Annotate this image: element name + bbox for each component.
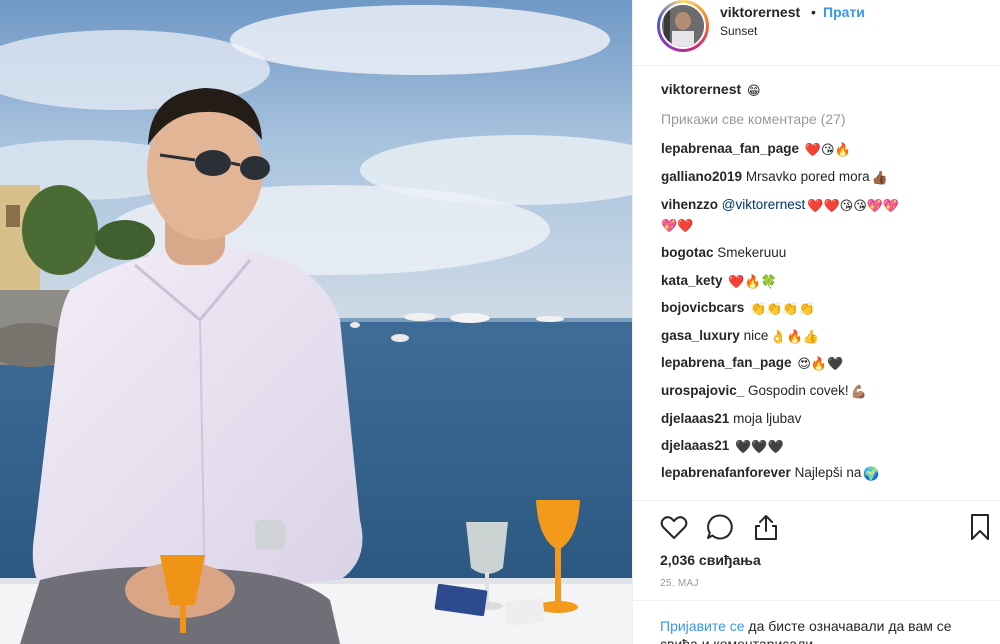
comment-mention[interactable]: @viktorernest [722,197,805,212]
comment-username[interactable]: lepabrenafanforever [661,465,791,480]
comment-username[interactable]: kata_kety [661,273,723,288]
likes-count[interactable]: 2,036 свиђања [660,552,761,568]
comment-emoji: 👌🔥👍 [770,330,819,345]
comment-item: kata_kety ❤️🔥🍀 [661,272,991,291]
post-actions: 2,036 свиђања 25. МАЈ [633,500,1000,610]
post-header: viktorernest • Прати Sunset [633,0,1000,66]
comment-item: lepabrena_fan_page 😍🔥🖤 [661,354,991,373]
comment-emoji: ❤️❤️😘😘💖💖 [807,199,900,214]
comment-username[interactable]: lepabrena_fan_page [661,355,792,370]
comment-emoji: 💖❤️ [661,219,694,234]
share-icon[interactable] [751,512,781,542]
comment-emoji: 🖤🖤🖤 [735,440,784,455]
comment-text: Najlepši na [794,465,862,480]
comment-emoji: ❤️😘🔥 [804,143,851,158]
follow-button[interactable]: Прати [823,4,865,20]
header-separator-dot: • [811,4,816,20]
comment-item: bogotac Smekeruuu [661,244,991,262]
caption-username[interactable]: viktorernest [661,81,741,97]
comment-item: djelaaas21 moja ljubav [661,410,991,428]
comment-item: djelaaas21 🖤🖤🖤 [661,437,991,456]
comment-username[interactable]: gasa_luxury [661,328,740,343]
comment-text: nice [743,328,769,343]
comment-username[interactable]: vihenzzo [661,197,718,212]
heart-icon[interactable] [659,512,689,542]
comment-item: vihenzzo @viktorernest ❤️❤️😘😘💖💖 [661,196,991,215]
comment-text: moja ljubav [733,411,802,426]
post-date[interactable]: 25. МАЈ [660,578,699,589]
comment-item: lepabrenaa_fan_page ❤️😘🔥 [661,140,991,159]
comment-item-continuation: 💖❤️ [661,216,991,235]
post-caption: viktorernest 😁 [661,81,761,100]
login-prompt-text: Пријавите се да бисте означавали да вам … [660,617,960,644]
caption-emoji: 😁 [747,84,761,99]
comment-item: gasa_luxury nice 👌🔥👍 [661,327,991,346]
avatar-story-ring[interactable] [657,0,709,52]
comment-text: Gospodin covek! [748,383,849,398]
comment-username[interactable]: djelaaas21 [661,411,729,426]
comment-username[interactable]: bogotac [661,245,714,260]
comment-username[interactable]: djelaaas21 [661,438,729,453]
avatar-image [662,5,704,47]
comment-emoji: 💪🏽 [850,385,867,400]
comment-icon[interactable] [705,512,735,542]
avatar[interactable] [660,3,706,49]
comment-text: Smekeruuu [717,245,787,260]
comment-item: lepabrenafanforever Najlepši na 🌍 [661,464,991,483]
comments-list[interactable]: viktorernest 😁 Прикажи све коментаре (27… [633,66,1000,498]
comment-username[interactable]: lepabrenaa_fan_page [661,141,799,156]
comment-item: urospajovic_ Gospodin covek! 💪🏽 [661,382,991,401]
bookmark-icon[interactable] [965,512,995,542]
comment-username[interactable]: bojovicbcars [661,300,744,315]
comment-username[interactable]: urospajovic_ [661,383,744,398]
post-photo[interactable] [0,0,632,644]
comment-item: bojovicbcars 👏👏👏👏 [661,299,991,318]
post-photo-image [0,0,632,644]
comment-emoji: 👏👏👏👏 [750,302,815,317]
view-all-comments-link[interactable]: Прикажи све коментаре (27) [661,111,846,127]
login-prompt: Пријавите се да бисте означавали да вам … [633,600,1000,644]
comment-username[interactable]: galliano2019 [661,169,742,184]
comment-item: galliano2019 Mrsavko pored mora 👍🏾 [661,168,991,187]
comment-emoji: 🌍 [863,467,880,482]
header-username[interactable]: viktorernest [720,4,800,20]
comment-emoji: 👍🏾 [871,171,888,186]
comment-emoji: ❤️🔥🍀 [728,275,777,290]
login-link[interactable]: Пријавите се [660,618,745,634]
comment-text: Mrsavko pored mora [745,169,870,184]
comment-emoji: 😍🔥🖤 [797,357,844,372]
location-link[interactable]: Sunset [720,24,757,38]
post-sidebar: viktorernest • Прати Sunset viktorernest… [632,0,1000,644]
